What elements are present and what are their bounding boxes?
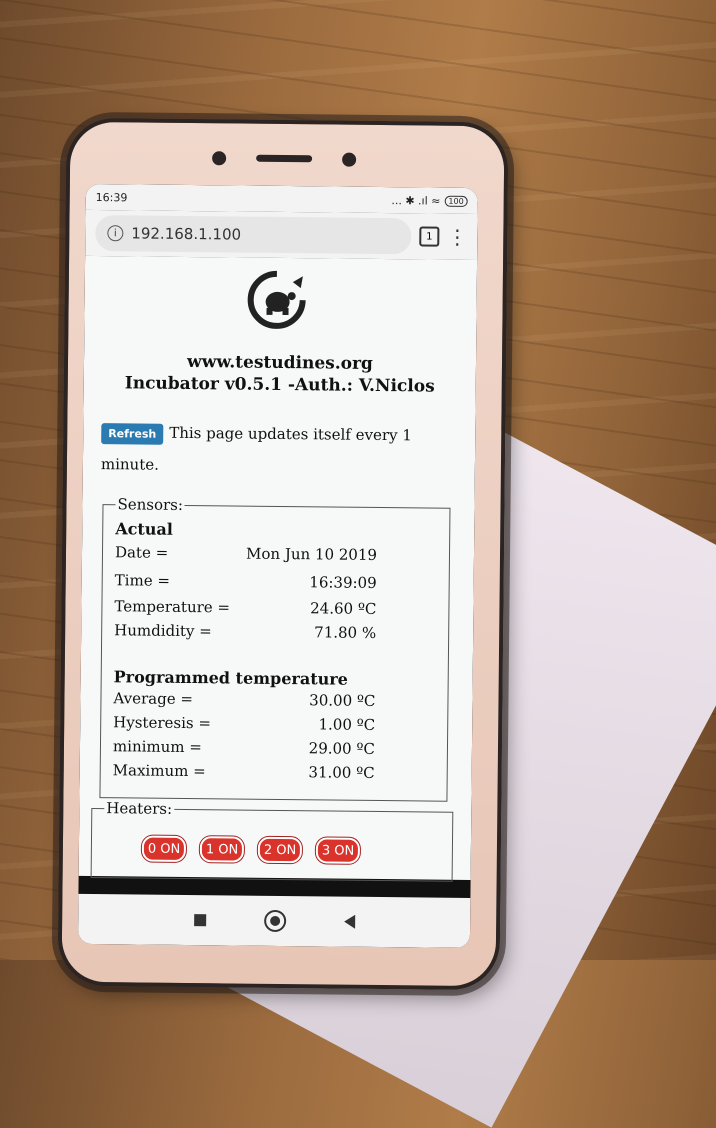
heater-0-button[interactable]: 0 ON: [141, 835, 187, 863]
back-icon[interactable]: [343, 914, 355, 929]
heater-2-button[interactable]: 2 ON: [257, 836, 303, 864]
programmed-heading: Programmed temperature: [113, 667, 349, 689]
sensors-fieldset: Sensors: Actual Date = Mon Jun 10 2019 T…: [99, 495, 451, 802]
tabs-icon[interactable]: 1: [419, 226, 440, 247]
browser-toolbar: i 192.168.1.100 1 ⋮: [85, 209, 478, 261]
sensors-legend: Sensors:: [115, 495, 186, 514]
programmed-row-hysteresis: Hysteresis = 1.00 ºC: [113, 713, 375, 734]
actual-heading: Actual: [115, 519, 173, 539]
incubator-title: Incubator v0.5.1 -Auth.: V.Niclos: [124, 373, 435, 397]
heaters-fieldset: Heaters: 0 ON 1 ON 2 ON 3 ON: [90, 799, 454, 882]
battery-icon: 100: [444, 195, 468, 207]
status-icons: ... ✱ .ıl ≈ 100: [391, 193, 468, 208]
web-page: www.testudines.org Incubator v0.5.1 -Aut…: [78, 255, 478, 882]
programmed-row-average: Average = 30.00 ºC: [113, 689, 375, 710]
refresh-button[interactable]: Refresh: [101, 422, 164, 445]
programmed-value: 30.00 ºC: [309, 691, 376, 710]
url-text[interactable]: 192.168.1.100: [131, 224, 241, 243]
programmed-row-maximum: Maximum = 31.00 ºC: [113, 761, 375, 782]
sensor-row-time: Time = 16:39:09: [115, 571, 377, 592]
programmed-row-minimum: minimum = 29.00 ºC: [113, 737, 375, 758]
sensor-row-humidity: Humdidity = 71.80 %: [114, 621, 376, 642]
status-bar: 16:39 ... ✱ .ıl ≈ 100: [85, 183, 478, 215]
sensor-label: Temperature =: [114, 597, 231, 617]
sensor-row-date: Date = Mon Jun 10 2019: [115, 543, 377, 564]
site-header: www.testudines.org Incubator v0.5.1 -Aut…: [84, 350, 476, 398]
programmed-label: minimum =: [112, 737, 203, 757]
sensor-value: 24.60 ºC: [310, 599, 377, 618]
turtle-logo-icon: [247, 270, 306, 329]
phone-screen: 16:39 ... ✱ .ıl ≈ 100 i 192.168.1.100 1 …: [77, 183, 478, 948]
signal-icons: ... ✱ .ıl ≈: [391, 193, 441, 208]
recents-icon[interactable]: [193, 914, 206, 927]
programmed-label: Hysteresis =: [113, 713, 212, 733]
sensor-label: Time =: [114, 571, 171, 590]
programmed-label: Maximum =: [112, 761, 206, 781]
sensor-label: Humdidity =: [114, 621, 212, 641]
android-nav-bar: [77, 893, 471, 948]
heater-1-button[interactable]: 1 ON: [199, 836, 245, 863]
programmed-value: 31.00 ºC: [308, 763, 375, 782]
heaters-legend: Heaters:: [104, 799, 175, 818]
refresh-row: Refresh This page updates itself every 1 …: [101, 416, 462, 484]
earpiece-speaker: [256, 154, 313, 163]
heater-3-button[interactable]: 3 ON: [315, 837, 361, 864]
programmed-label: Average =: [113, 689, 194, 709]
sensor-value: 16:39:09: [309, 573, 377, 592]
url-bar[interactable]: i 192.168.1.100: [95, 215, 412, 255]
programmed-value: 1.00 ºC: [318, 715, 376, 734]
more-vert-icon[interactable]: ⋮: [447, 225, 467, 249]
status-time: 16:39: [95, 190, 128, 204]
front-sensor: [342, 152, 357, 167]
sensor-row-temperature: Temperature = 24.60 ºC: [114, 597, 376, 618]
sensor-value: 71.80 %: [314, 623, 377, 642]
home-icon[interactable]: [263, 909, 286, 933]
info-icon[interactable]: i: [107, 225, 124, 242]
front-camera: [212, 151, 227, 166]
programmed-value: 29.00 ºC: [308, 739, 376, 758]
phone: 16:39 ... ✱ .ıl ≈ 100 i 192.168.1.100 1 …: [57, 117, 509, 991]
sensor-label: Date =: [114, 543, 169, 562]
sensor-value: Mon Jun 10 2019: [245, 544, 378, 564]
